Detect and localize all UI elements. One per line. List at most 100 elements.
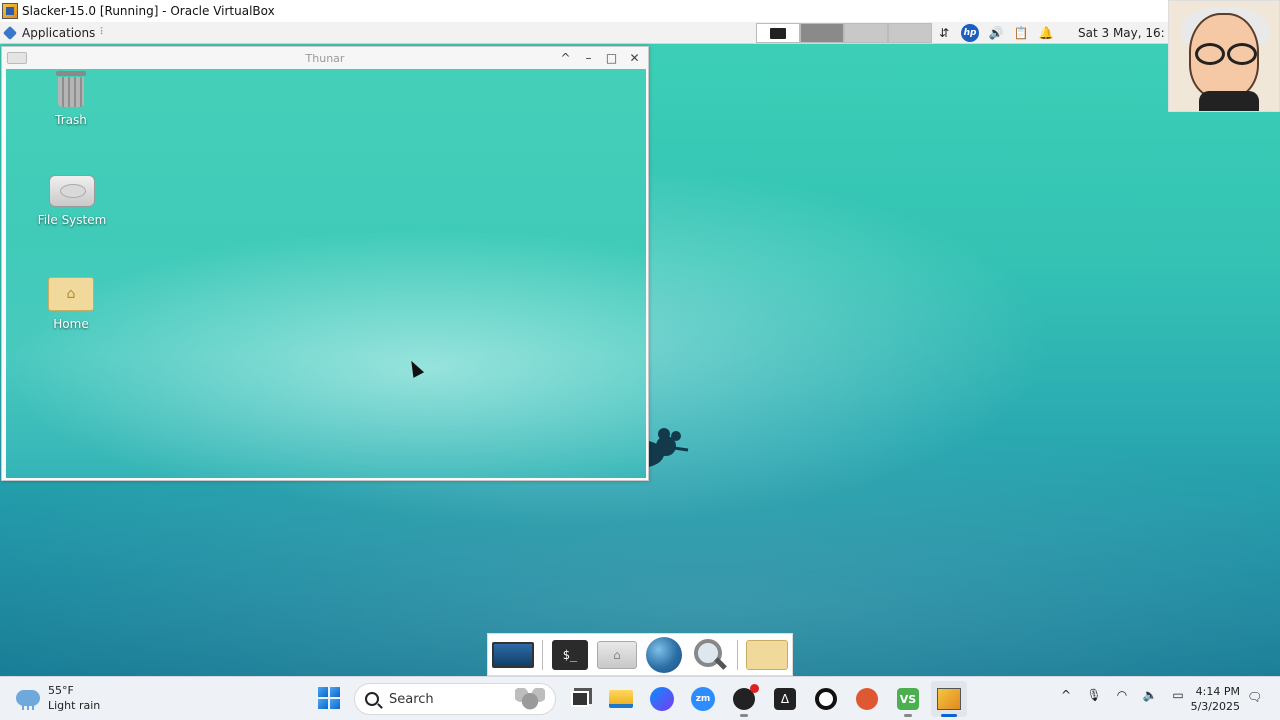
chevron-up-icon[interactable]: ^ [1058,687,1074,703]
xfce-top-panel: Applications ⠇ ⇵ hp 🔊 📋 🔔 Sat 3 May, 16: [0,22,1168,44]
maximize-button[interactable]: □ [604,50,619,65]
messenger-icon [650,687,674,711]
xfce-dock: $_ ⌂ [487,633,793,676]
trash-icon [56,71,86,107]
taskbar-duckduckgo[interactable] [849,681,885,717]
dock-show-desktop[interactable] [492,637,534,673]
taskbar-circle-app[interactable] [808,681,844,717]
dock-file-manager[interactable]: ⌂ [596,637,637,673]
clock-time: 4:14 PM [1195,685,1240,698]
search-icon [365,692,379,706]
windows-logo-icon [318,687,328,697]
system-tray: ^ 🎙 ◠ 🔈 ▭ [1058,687,1186,703]
weather-desc: Light rain [48,699,101,712]
drive-icon [49,175,95,207]
panel-tray: ⇵ hp 🔊 📋 🔔 [936,22,1054,44]
taskbar-task-view[interactable] [562,681,598,717]
running-indicator [904,714,912,717]
virtualbox-titlebar: Slacker-15.0 [Running] - Oracle VirtualB… [0,0,1280,22]
search-highlight-koala-icon [515,688,545,710]
virtualbox-icon [2,3,18,19]
obs-icon [733,684,759,710]
taskbar-zoom[interactable]: zm [685,681,721,717]
taskbar-apps: zm Δ VS [562,681,967,717]
terminal-mini-icon [770,27,786,39]
close-button[interactable]: ✕ [627,50,642,65]
weather-widget[interactable]: 55°F Light rain [16,683,100,713]
workspace-1[interactable] [756,23,800,43]
clipboard-icon[interactable]: 📋 [1013,25,1029,41]
dock-app-finder[interactable] [691,637,729,673]
vs-app-icon: VS [897,688,919,710]
start-button[interactable] [318,687,340,709]
weather-temp: 55°F [48,684,74,697]
folder-icon [746,639,788,670]
desktop-icon-label: File System [37,213,107,227]
applications-menu[interactable]: Applications ⠇ [0,22,111,43]
active-indicator [941,714,957,717]
dock-folder[interactable] [746,637,788,673]
panel-handle-icon: ⠇ [99,27,107,38]
taskbar-clock[interactable]: 4:14 PM 5/3/2025 [1190,684,1240,714]
workspace-2[interactable] [800,23,844,43]
desktop-icon-label: Trash [55,113,87,127]
circle-app-icon [815,688,837,710]
taskbar-file-explorer[interactable] [603,681,639,717]
home-folder-icon: ⌂ [48,277,94,311]
app-finder-icon [692,637,728,673]
panel-clock[interactable]: Sat 3 May, 16: [1078,22,1165,44]
wifi-icon[interactable]: ◠ [1114,687,1130,703]
running-indicator [740,714,748,717]
hp-printer-icon[interactable]: hp [961,24,979,42]
speaker-icon[interactable]: 🔈 [1142,687,1158,703]
notification-icon[interactable]: 🗨 [1247,690,1262,706]
thunar-window: Thunar ^ – □ ✕ Trash File System ⌂ Home [1,46,649,481]
desktop-icon-home[interactable]: ⌂ Home [31,277,111,331]
show-desktop-icon [492,641,534,668]
shade-button[interactable]: ^ [558,50,573,65]
webcam-overlay [1168,0,1280,112]
clock-date: 5/3/2025 [1190,700,1240,713]
desktop-icon-trash[interactable]: Trash [31,71,111,127]
dock-web-browser[interactable] [645,636,683,673]
task-view-icon [571,691,589,707]
desktop-icon-label: Home [53,317,89,331]
delta-app-icon: Δ [774,688,796,710]
file-manager-icon: ⌂ [596,640,637,669]
window-buttons: ^ – □ ✕ [558,50,642,65]
dock-separator [542,639,543,670]
microphone-icon[interactable]: 🎙 [1086,687,1102,703]
taskbar-delta-app[interactable]: Δ [767,681,803,717]
web-browser-icon [646,636,682,673]
taskbar-vs-app[interactable]: VS [890,681,926,717]
dock-terminal[interactable]: $_ [551,637,589,673]
rain-cloud-icon [16,690,40,710]
webcam-body [1199,91,1259,111]
notification-bell-icon[interactable]: 🔔 [1038,25,1054,41]
search-placeholder: Search [389,691,434,707]
duckduckgo-icon [856,688,878,710]
taskbar-messenger[interactable] [644,681,680,717]
thunar-content: Trash File System ⌂ Home [6,69,646,478]
workspace-4[interactable] [888,23,932,43]
battery-icon[interactable]: ▭ [1170,687,1186,703]
desktop-icon-filesystem[interactable]: File System [32,175,112,227]
network-icon[interactable]: ⇵ [936,25,952,41]
virtualbox-title: Slacker-15.0 [Running] - Oracle VirtualB… [22,4,275,18]
taskbar-search[interactable]: Search [354,683,556,715]
xfce-logo-icon [4,26,18,40]
taskbar-obs[interactable] [726,681,762,717]
applications-label: Applications [22,25,96,40]
window-menu-icon[interactable] [7,52,27,64]
weather-text: 55°F Light rain [48,683,100,713]
windows-taskbar: 55°F Light rain Search zm Δ VS ^ 🎙 ◠ 🔈 ▭… [0,676,1280,720]
thunar-titlebar[interactable]: Thunar ^ – □ ✕ [2,47,648,69]
taskbar-virtualbox[interactable] [931,681,967,717]
workspace-switcher [756,23,932,43]
minimize-button[interactable]: – [581,50,596,65]
workspace-3[interactable] [844,23,888,43]
volume-icon[interactable]: 🔊 [988,25,1004,41]
webcam-glasses [1195,43,1257,65]
terminal-icon: $_ [551,639,588,670]
dock-separator [737,639,738,670]
